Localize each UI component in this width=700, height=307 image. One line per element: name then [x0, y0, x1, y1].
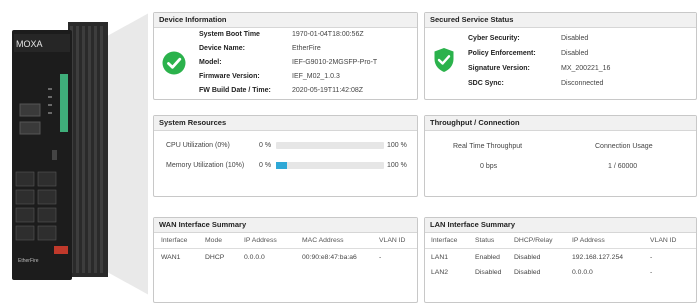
- connection-usage-label: Connection Usage: [595, 143, 653, 150]
- sdc-sync-value: Disconnected: [561, 80, 604, 87]
- device-name-value: EtherFire: [292, 45, 321, 52]
- table-cell: DHCP: [205, 254, 225, 261]
- device-brand-logo: MOXA: [16, 39, 43, 49]
- throughput-title: Throughput / Connection: [425, 116, 696, 131]
- memory-utilization-bar: [276, 162, 384, 169]
- lan-col-ip-address: IP Address: [572, 237, 605, 244]
- wan-col-ip-address: IP Address: [244, 237, 277, 244]
- memory-utilization-label: Memory Utilization (10%): [166, 162, 245, 169]
- table-cell: 00:90:e8:47:ba:a6: [302, 254, 357, 261]
- table-cell: Enabled: [475, 254, 500, 261]
- system-resources-title: System Resources: [154, 116, 417, 131]
- device-information-panel: Device Information System Boot Time 1970…: [153, 12, 418, 100]
- wan-col-vlan-id: VLAN ID: [379, 237, 406, 244]
- check-circle-icon: [162, 51, 186, 75]
- device-model-label: EtherFire: [18, 258, 39, 264]
- table-cell: LAN1: [431, 254, 449, 261]
- cpu-max-label: 100 %: [387, 142, 407, 149]
- table-cell: 192.168.127.254: [572, 254, 624, 261]
- wan-col-interface: Interface: [161, 237, 188, 244]
- lan-col-vlan-id: VLAN ID: [650, 237, 677, 244]
- boot-time-label: System Boot Time: [199, 31, 260, 38]
- wan-col-mac-address: MAC Address: [302, 237, 344, 244]
- firmware-version-label: Firmware Version:: [199, 73, 260, 80]
- fw-build-date-label: FW Build Date / Time:: [199, 87, 271, 94]
- lan-col-interface: Interface: [431, 237, 458, 244]
- shield-check-icon: [434, 48, 454, 72]
- throughput-panel: Throughput / Connection Real Time Throug…: [424, 115, 697, 197]
- cyber-security-label: Cyber Security:: [468, 35, 520, 42]
- table-cell: -: [650, 269, 653, 276]
- lan-col-dhcp-relay: DHCP/Relay: [514, 237, 553, 244]
- model-value: IEF-G9010-2MGSFP-Pro-T: [292, 59, 378, 66]
- device-information-title: Device Information: [154, 13, 417, 28]
- wan-col-mode: Mode: [205, 237, 223, 244]
- signature-version-value: MX_200221_16: [561, 65, 611, 72]
- firmware-version-value: IEF_M02_1.0.3: [292, 73, 340, 80]
- lan-summary-title: LAN Interface Summary: [425, 218, 696, 233]
- wan-table-header: [154, 234, 417, 249]
- lan-col-status: Status: [475, 237, 495, 244]
- cpu-min-label: 0 %: [259, 142, 272, 149]
- fw-build-date-value: 2020-05-19T11:42:08Z: [292, 87, 364, 94]
- cpu-utilization-label: CPU Utilization (0%): [166, 142, 230, 149]
- table-cell: -: [650, 254, 653, 261]
- memory-utilization-fill: [276, 162, 287, 169]
- realtime-throughput-label: Real Time Throughput: [453, 143, 523, 150]
- table-cell: WAN1: [161, 254, 181, 261]
- signature-version-label: Signature Version:: [468, 65, 530, 72]
- table-cell: Disabled: [475, 269, 502, 276]
- sdc-sync-label: SDC Sync:: [468, 80, 504, 87]
- wan-summary-panel: WAN Interface Summary Interface Mode IP …: [153, 217, 418, 303]
- cpu-utilization-bar: [276, 142, 384, 149]
- memory-max-label: 100 %: [387, 162, 407, 169]
- memory-min-label: 0 %: [259, 162, 272, 169]
- table-cell: Disabled: [514, 254, 541, 261]
- table-cell: 0.0.0.0: [244, 254, 265, 261]
- table-cell: Disabled: [514, 269, 541, 276]
- realtime-throughput-value: 0 bps: [480, 163, 498, 170]
- system-resources-panel: System Resources CPU Utilization (0%) 0 …: [153, 115, 418, 197]
- model-label: Model:: [199, 59, 222, 66]
- lan-summary-panel: LAN Interface Summary Interface Status D…: [424, 217, 697, 303]
- table-cell: LAN2: [431, 269, 449, 276]
- policy-enforcement-value: Disabled: [561, 50, 589, 57]
- cyber-security-value: Disabled: [561, 35, 589, 42]
- table-cell: 0.0.0.0: [572, 269, 593, 276]
- wan-summary-title: WAN Interface Summary: [154, 218, 417, 233]
- device-name-label: Device Name:: [199, 45, 245, 52]
- boot-time-value: 1970-01-04T18:00:56Z: [292, 31, 364, 38]
- table-cell: -: [379, 254, 382, 261]
- policy-enforcement-label: Policy Enforcement:: [468, 50, 536, 57]
- secured-service-panel: Secured Service Status Cyber Security: D…: [424, 12, 697, 100]
- secured-service-title: Secured Service Status: [425, 13, 696, 28]
- device-image: MOXA EtherFire: [12, 13, 148, 295]
- connection-usage-value: 1 / 60000: [608, 163, 638, 170]
